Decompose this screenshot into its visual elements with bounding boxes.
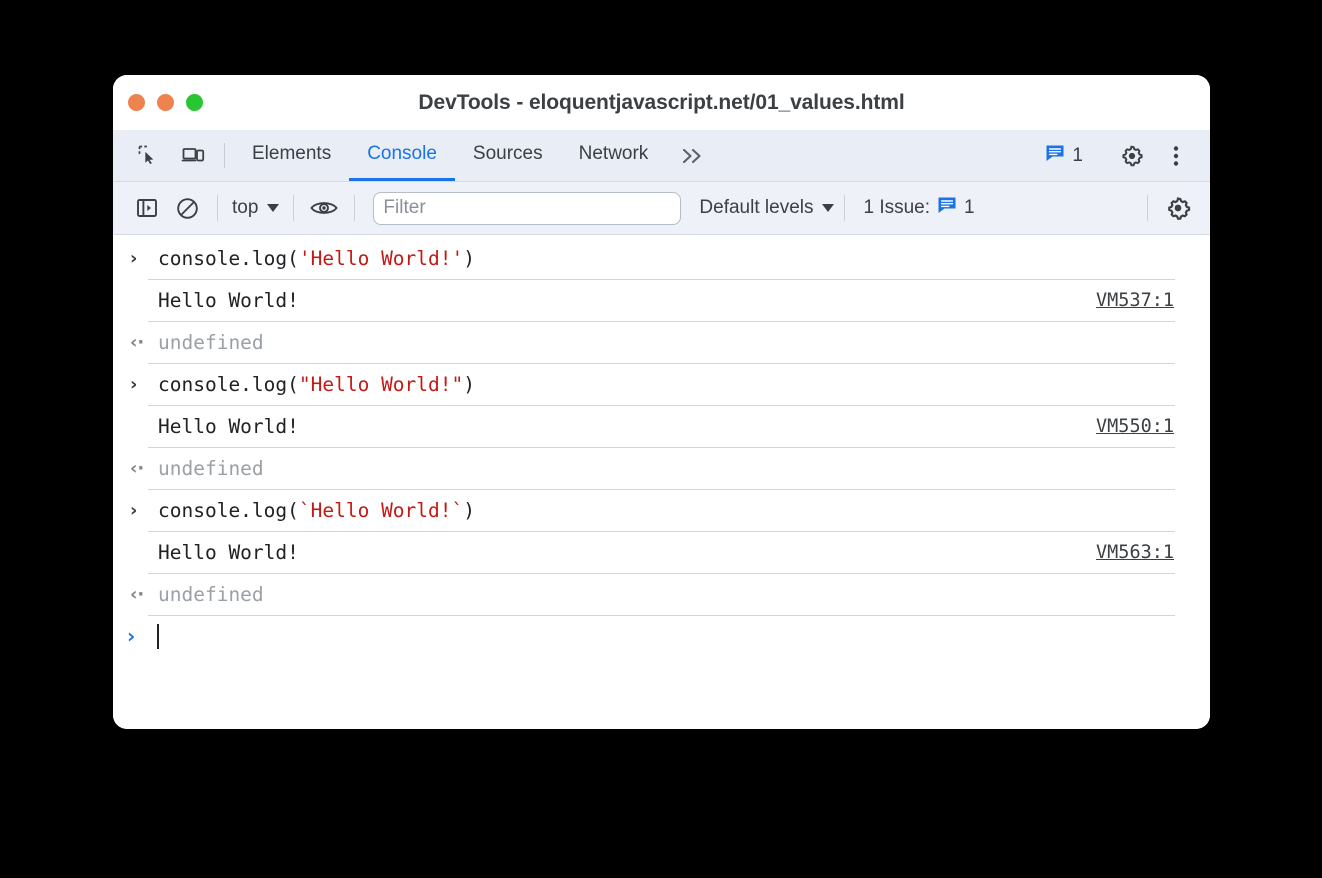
device-toolbar-icon[interactable] bbox=[171, 130, 215, 181]
toolbar-divider-5 bbox=[1147, 195, 1148, 221]
console-result-text: undefined bbox=[158, 582, 264, 606]
execution-context-selector[interactable]: top bbox=[228, 197, 283, 219]
console-message-list[interactable]: › console.log('Hello World!') Hello Worl… bbox=[113, 235, 1210, 729]
tabbar-divider bbox=[224, 143, 225, 168]
message-bubble-icon bbox=[937, 195, 957, 221]
log-levels-label: Default levels bbox=[699, 197, 814, 218]
inspect-cursor-icon[interactable] bbox=[127, 130, 171, 181]
text-cursor bbox=[157, 623, 159, 649]
tab-console[interactable]: Console bbox=[349, 130, 455, 181]
console-result-row[interactable]: ‹· undefined bbox=[113, 573, 1210, 615]
clear-console-icon[interactable] bbox=[167, 188, 207, 228]
window-title: DevTools - eloquentjavascript.net/01_val… bbox=[418, 90, 905, 114]
traffic-light-group bbox=[128, 75, 203, 130]
result-arrow-icon: ‹· bbox=[130, 583, 145, 605]
console-code-suffix: ) bbox=[463, 498, 476, 522]
input-chevron-icon: › bbox=[130, 499, 138, 521]
source-link[interactable]: VM563:1 bbox=[1096, 542, 1174, 563]
input-chevron-icon: › bbox=[130, 373, 138, 395]
tab-network[interactable]: Network bbox=[561, 130, 667, 181]
console-code-prefix: console.log( bbox=[158, 372, 299, 396]
console-log-row[interactable]: Hello World! VM563:1 bbox=[113, 531, 1210, 573]
result-arrow-icon: ‹· bbox=[130, 331, 145, 353]
source-link[interactable]: VM550:1 bbox=[1096, 416, 1174, 437]
log-levels-selector[interactable]: Default levels bbox=[699, 197, 835, 219]
console-settings-gear-icon[interactable] bbox=[1158, 188, 1198, 228]
console-code-suffix: ) bbox=[463, 372, 476, 396]
console-code-string: "Hello World!" bbox=[298, 372, 464, 396]
console-code-suffix: ) bbox=[463, 246, 476, 270]
console-result-text: undefined bbox=[158, 330, 264, 354]
issues-count-label: 1 bbox=[1072, 144, 1083, 166]
console-input-row[interactable]: › console.log('Hello World!') bbox=[113, 237, 1210, 279]
toolbar-divider-2 bbox=[293, 195, 295, 221]
minimize-window-button[interactable] bbox=[157, 94, 174, 111]
console-input-row[interactable]: › console.log(`Hello World!`) bbox=[113, 489, 1210, 531]
toolbar-divider-1 bbox=[217, 195, 218, 221]
more-tabs-chevron-icon[interactable] bbox=[666, 130, 720, 181]
console-log-text: Hello World! bbox=[158, 414, 299, 438]
console-code-string: `Hello World!` bbox=[298, 498, 464, 522]
issues-label: 1 Issue: bbox=[863, 197, 931, 218]
filter-input[interactable] bbox=[373, 191, 682, 225]
execution-context-label: top bbox=[232, 197, 259, 218]
live-expression-eye-icon[interactable] bbox=[304, 188, 344, 228]
console-code-prefix: console.log( bbox=[158, 246, 299, 270]
console-log-row[interactable]: Hello World! VM550:1 bbox=[113, 405, 1210, 447]
console-prompt-row[interactable]: › bbox=[113, 615, 1210, 657]
console-log-text: Hello World! bbox=[158, 288, 299, 312]
console-log-text: Hello World! bbox=[158, 540, 299, 564]
maximize-window-button[interactable] bbox=[186, 94, 203, 111]
issues-counter[interactable]: 1 bbox=[1037, 143, 1091, 169]
console-toolbar: top Default levels 1 Issue: bbox=[113, 182, 1210, 235]
console-log-row[interactable]: Hello World! VM537:1 bbox=[113, 279, 1210, 321]
input-chevron-icon: › bbox=[130, 247, 138, 269]
message-bubble-icon bbox=[1045, 143, 1065, 169]
console-code-string: 'Hello World!' bbox=[298, 246, 464, 270]
console-result-row[interactable]: ‹· undefined bbox=[113, 447, 1210, 489]
issues-badge-count: 1 bbox=[964, 197, 975, 218]
console-toolbar-right-group bbox=[1137, 188, 1210, 228]
close-window-button[interactable] bbox=[128, 94, 145, 111]
kebab-menu-icon[interactable] bbox=[1154, 143, 1198, 169]
window-titlebar: DevTools - eloquentjavascript.net/01_val… bbox=[113, 75, 1210, 130]
prompt-chevron-icon: › bbox=[127, 624, 136, 648]
tabbar-right-group: 1 bbox=[1037, 130, 1210, 181]
chevron-down-icon bbox=[267, 204, 280, 212]
devtools-window: DevTools - eloquentjavascript.net/01_val… bbox=[113, 75, 1210, 729]
console-result-row[interactable]: ‹· undefined bbox=[113, 321, 1210, 363]
tab-elements[interactable]: Elements bbox=[234, 130, 349, 181]
source-link[interactable]: VM537:1 bbox=[1096, 290, 1174, 311]
chevron-down-icon bbox=[822, 204, 835, 212]
console-issues-chip[interactable]: 1 Issue: 1 bbox=[855, 195, 982, 221]
toolbar-divider-4 bbox=[844, 195, 846, 221]
console-code-prefix: console.log( bbox=[158, 498, 299, 522]
console-result-text: undefined bbox=[158, 456, 264, 480]
console-input-row[interactable]: › console.log("Hello World!") bbox=[113, 363, 1210, 405]
result-arrow-icon: ‹· bbox=[130, 457, 145, 479]
sidebar-toggle-icon[interactable] bbox=[127, 188, 167, 228]
gear-icon[interactable] bbox=[1110, 143, 1154, 169]
tab-sources[interactable]: Sources bbox=[455, 130, 561, 181]
toolbar-divider-3 bbox=[354, 195, 356, 221]
devtools-tabbar: Elements Console Sources Network 1 bbox=[113, 130, 1210, 182]
